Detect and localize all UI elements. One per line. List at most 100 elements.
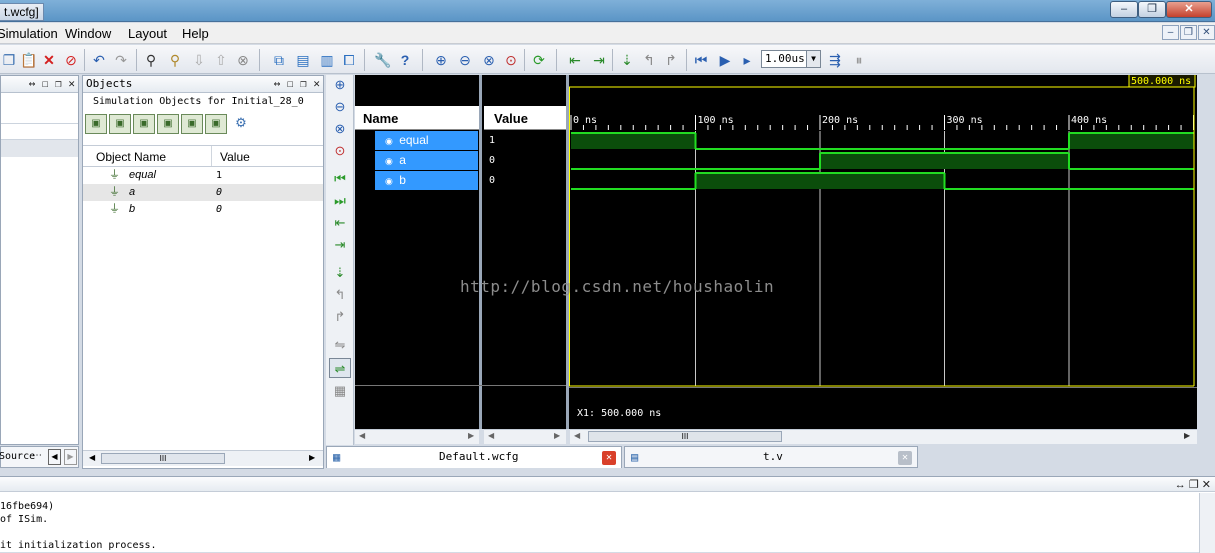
close-icon[interactable]: ✕ [898,451,912,465]
scroll-thumb[interactable]: III [101,453,225,464]
filter-variable-icon[interactable]: ▣ [205,114,227,134]
help-icon[interactable]: ? [396,51,414,69]
close-icon[interactable]: ✕ [602,451,616,465]
menu-simulation[interactable]: Simulation [0,26,58,41]
chevron-down-icon[interactable]: ▼ [806,51,820,67]
zoom-fit-icon[interactable]: ⊗ [480,51,498,69]
swap-cursors-icon[interactable]: ⇋ [329,335,351,355]
list-item-selected[interactable] [1,140,78,157]
filter-input-icon[interactable]: ▣ [85,114,107,134]
zoom-cursor-icon[interactable]: ⊙ [329,141,351,161]
menu-window[interactable]: Window [65,26,111,41]
menu-help[interactable]: Help [182,26,209,41]
minimize-button[interactable]: – [1110,1,1138,18]
step-icon[interactable]: ⇣ [618,51,636,69]
zoom-out-icon[interactable]: ⊖ [329,97,351,117]
go-start-icon[interactable]: ⏮ [329,169,351,189]
name-column-header[interactable]: Name [355,106,479,130]
restore-button[interactable]: ❐ [1138,1,1166,18]
scroll-right-icon[interactable]: ▶ [309,453,315,462]
scroll-right-icon[interactable]: ▶ [554,431,560,440]
arrow-down-icon[interactable]: ⇩ [190,51,208,69]
list-item[interactable] [1,123,78,140]
waveform-canvas[interactable]: 500.000 ns 0 ns 100 ns 200 ns 300 ns 400 ns … [569,75,1197,429]
table-row[interactable]: ⏚ b 0 [83,201,323,218]
tab-default-wcfg[interactable]: ▦ Default.wcfg ✕ [326,446,622,468]
panel-controls[interactable]: ↔ ☐ ❐ ✕ [274,76,320,92]
table-row[interactable]: ⏚ a 0 [83,184,323,201]
objects-horizontal-scrollbar[interactable]: ◀ III ▶ [83,450,323,466]
pause-icon[interactable]: ⏸ [850,51,868,69]
run-all-icon[interactable]: ▶ [716,51,734,69]
column-header-object-name[interactable]: Object Name [96,150,166,164]
panel-controls[interactable]: ↔ ❐ ✕ [1175,478,1211,491]
scroll-right-icon[interactable]: ▶ [468,431,474,440]
tile-vertical-icon[interactable]: ▥ [318,51,336,69]
tile-horizontal-icon[interactable]: ▤ [294,51,312,69]
previous-marker-icon[interactable]: ↰ [329,285,351,305]
settings-icon[interactable]: ⚙ [231,114,251,134]
menu-layout[interactable]: Layout [128,26,167,41]
find-icon[interactable]: ⚲ [142,51,160,69]
scroll-right-icon[interactable]: ▶ [1184,431,1190,440]
mdi-close-button[interactable]: ✕ [1198,25,1215,40]
copy-icon[interactable]: ❐ [0,51,18,69]
next-transition-icon[interactable]: ⇥ [329,235,351,255]
filter-inout-icon[interactable]: ▣ [133,114,155,134]
cancel-icon[interactable]: ⊗ [234,51,252,69]
scroll-left-icon[interactable]: ◀ [359,431,365,440]
scroll-left-icon[interactable]: ◀ [488,431,494,440]
refresh-icon[interactable]: ⟳ [530,51,548,69]
value-scrollbar[interactable]: ◀ ▶ [484,429,566,444]
mdi-minimize-button[interactable]: – [1162,25,1179,40]
value-column-header[interactable]: Value [484,106,566,130]
more-icon[interactable]: ⋯ [32,450,42,461]
tab-right-arrow[interactable]: ▶ [64,449,77,465]
filter-output-icon[interactable]: ▣ [109,114,131,134]
scroll-thumb[interactable]: III [588,431,782,442]
previous-transition-icon[interactable]: ⇤ [329,213,351,233]
arrow-up-icon[interactable]: ⇧ [212,51,230,69]
step-run-icon[interactable]: ⇶ [826,51,844,69]
filter-internal-icon[interactable]: ▣ [157,114,179,134]
cascade-icon[interactable]: ⧉ [270,51,288,69]
zoom-fit-icon[interactable]: ⊗ [329,119,351,139]
restart-icon[interactable]: ⏮ [692,51,710,69]
redo-icon[interactable]: ↷ [112,51,130,69]
close-window-button[interactable]: ✕ [1166,1,1212,18]
filter-constant-icon[interactable]: ▣ [181,114,203,134]
wave-signal-row[interactable]: ◉ equal [375,131,478,150]
zoom-cursor-icon[interactable]: ⊙ [502,51,520,69]
next-transition-icon[interactable]: ⇥ [590,51,608,69]
name-scrollbar[interactable]: ◀ ▶ [355,429,479,444]
waveform-scrollbar[interactable]: ◀ III ▶ [570,429,1197,444]
find-in-files-icon[interactable]: ⚲ [166,51,184,69]
previous-transition-icon[interactable]: ⇤ [566,51,584,69]
console-vertical-scrollbar[interactable] [1199,493,1215,553]
table-row[interactable]: ⏚ equal 1 [83,167,323,184]
undo-icon[interactable]: ↶ [90,51,108,69]
window-icon[interactable]: ⧠ [340,51,358,69]
column-header-value[interactable]: Value [220,150,250,164]
run-time-combo[interactable]: 1.00us ▼ [761,50,821,68]
wrench-icon[interactable]: 🔧 [374,51,392,69]
stop-icon[interactable]: ⊘ [62,51,80,69]
floating-ruler-icon[interactable]: ▦ [329,381,351,401]
zoom-out-icon[interactable]: ⊖ [456,51,474,69]
snap-to-transition-icon[interactable]: ⇌ [329,358,351,378]
wave-signal-row[interactable]: ◉ a [375,151,478,170]
run-for-time-icon[interactable]: ▸ [738,51,756,69]
panel-controls[interactable]: ↔ ☐ ❐ ✕ [29,77,75,90]
scroll-left-icon[interactable]: ◀ [89,453,95,462]
scroll-left-icon[interactable]: ◀ [574,431,580,440]
step-over-icon[interactable]: ↱ [662,51,680,69]
go-end-icon[interactable]: ⏭ [329,191,351,211]
splitter[interactable] [479,75,482,429]
mdi-restore-button[interactable]: ❐ [1180,25,1197,40]
paste-icon[interactable]: 📋 [20,51,38,69]
delete-icon[interactable]: ✕ [40,51,58,69]
next-marker-icon[interactable]: ↱ [329,307,351,327]
tab-t-v[interactable]: ▤ t.v ✕ [624,446,918,468]
tab-left-arrow[interactable]: ◀ [48,449,61,465]
zoom-in-icon[interactable]: ⊕ [432,51,450,69]
